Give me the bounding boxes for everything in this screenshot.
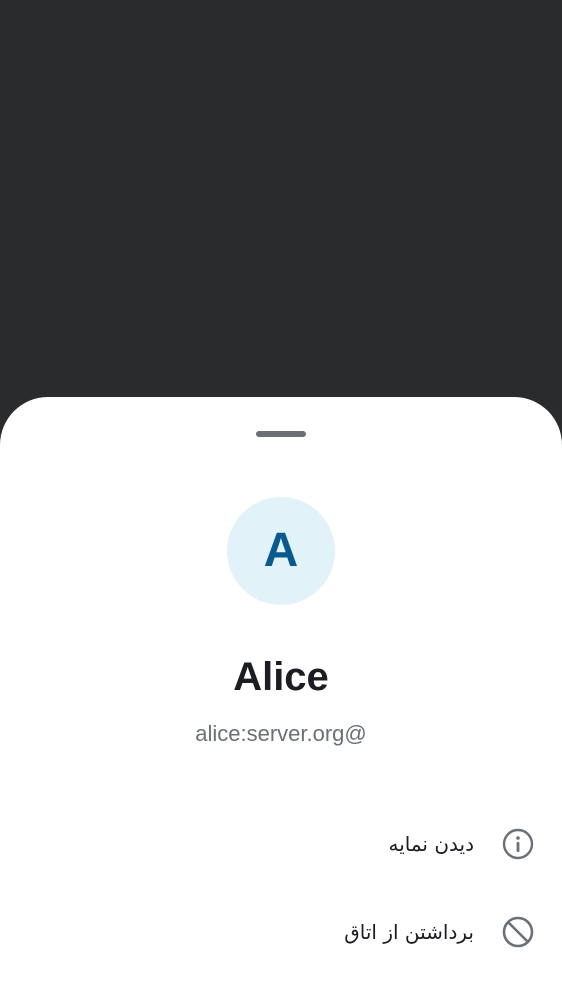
- avatar: A: [227, 497, 335, 605]
- remove-from-room-action[interactable]: برداشتن از اتاق: [0, 902, 562, 962]
- drag-handle[interactable]: [256, 431, 306, 437]
- user-bottom-sheet: A Alice alice:server.org@ دیدن نمایه برد…: [0, 397, 562, 1000]
- remove-from-room-label: برداشتن از اتاق: [344, 920, 474, 944]
- view-profile-label: دیدن نمایه: [388, 832, 474, 856]
- avatar-initial: A: [263, 524, 299, 577]
- info-icon: [500, 826, 536, 862]
- user-display-name: Alice: [233, 655, 329, 699]
- user-id: alice:server.org@: [195, 721, 367, 746]
- background-scrim[interactable]: [0, 0, 562, 400]
- view-profile-action[interactable]: دیدن نمایه: [0, 814, 562, 874]
- block-icon: [500, 914, 536, 950]
